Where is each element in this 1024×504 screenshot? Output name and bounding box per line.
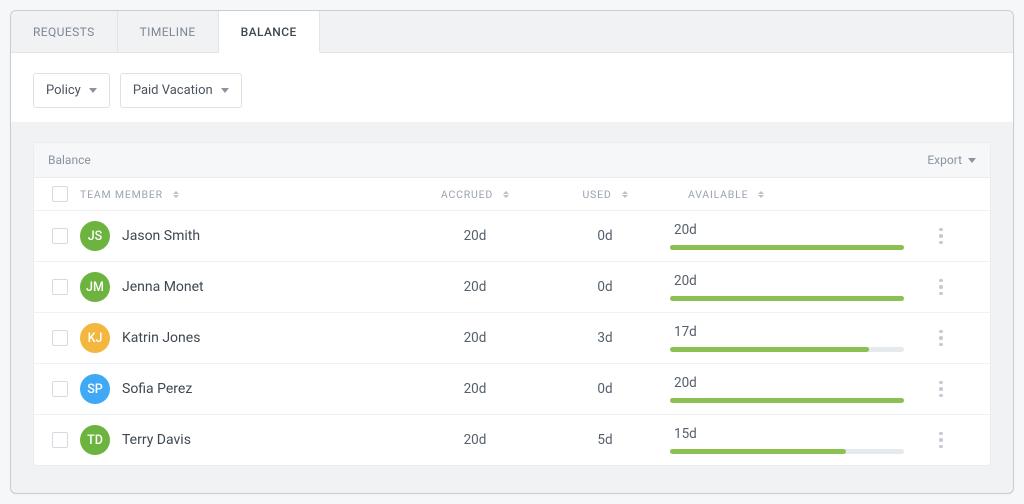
member-name: Jenna Monet: [122, 279, 204, 295]
available-bar: [670, 296, 904, 301]
tab-requests[interactable]: REQUESTS: [11, 11, 118, 52]
sort-icon: [173, 191, 179, 198]
avatar: JM: [80, 272, 110, 302]
vacation-type-dropdown[interactable]: Paid Vacation: [120, 73, 242, 108]
used-value: 0d: [540, 279, 670, 295]
table-title-bar: Balance Export: [34, 143, 990, 178]
tab-bar: REQUESTSTIMELINEBALANCE: [11, 11, 1013, 53]
col-accrued[interactable]: ACCRUED: [410, 188, 540, 201]
member-cell: JS Jason Smith: [80, 221, 410, 251]
table-body: JSJason Smith20d0d20dJMJenna Monet20d0d2…: [34, 211, 990, 465]
row-checkbox[interactable]: [52, 330, 68, 346]
export-button[interactable]: Export: [927, 153, 976, 167]
filter-bar: Policy Paid Vacation: [11, 53, 1013, 122]
policy-label: Policy: [46, 83, 81, 98]
policy-dropdown[interactable]: Policy: [33, 73, 110, 108]
avatar: SP: [80, 374, 110, 404]
row-checkbox[interactable]: [52, 228, 68, 244]
available-cell: 20d: [670, 273, 920, 301]
used-value: 3d: [540, 330, 670, 346]
row-checkbox[interactable]: [52, 432, 68, 448]
table-row: JM Jenna Monet 20d0d20d: [34, 262, 990, 313]
member-name: Terry Davis: [122, 432, 191, 448]
balance-panel: REQUESTSTIMELINEBALANCE Policy Paid Vaca…: [10, 10, 1014, 494]
used-value: 0d: [540, 228, 670, 244]
available-value: 17d: [670, 324, 904, 340]
table-row: TD Terry Davis 20d5d15d: [34, 415, 990, 465]
available-bar: [670, 449, 904, 454]
accrued-value: 20d: [410, 432, 540, 448]
row-checkbox[interactable]: [52, 279, 68, 295]
col-team-member[interactable]: TEAM MEMBER: [80, 188, 410, 201]
sort-icon: [758, 191, 764, 198]
row-actions-button[interactable]: [931, 326, 951, 350]
available-value: 20d: [670, 273, 904, 289]
table-row: JS Jason Smith 20d0d20d: [34, 211, 990, 262]
table-header: TEAM MEMBER ACCRUED USED AVAILABLE: [34, 178, 990, 211]
available-bar: [670, 347, 904, 352]
accrued-value: 20d: [410, 279, 540, 295]
available-value: 20d: [670, 375, 904, 391]
accrued-value: 20d: [410, 381, 540, 397]
avatar: JS: [80, 221, 110, 251]
member-name: Katrin Jones: [122, 330, 200, 346]
available-value: 15d: [670, 426, 904, 442]
caret-down-icon: [968, 158, 976, 163]
member-cell: KJ Katrin Jones: [80, 323, 410, 353]
used-value: 0d: [540, 381, 670, 397]
available-value: 20d: [670, 222, 904, 238]
balance-table: Balance Export TEAM MEMBER ACCRUED USED: [33, 142, 991, 466]
sort-icon: [503, 191, 509, 198]
accrued-value: 20d: [410, 330, 540, 346]
col-available[interactable]: AVAILABLE: [670, 188, 920, 201]
tab-timeline[interactable]: TIMELINE: [118, 11, 219, 52]
member-name: Jason Smith: [122, 228, 200, 244]
row-actions-button[interactable]: [931, 224, 951, 248]
available-cell: 20d: [670, 222, 920, 250]
member-cell: JM Jenna Monet: [80, 272, 410, 302]
row-actions-button[interactable]: [931, 428, 951, 452]
tab-balance[interactable]: BALANCE: [219, 11, 320, 53]
sort-icon: [622, 191, 628, 198]
vacation-type-label: Paid Vacation: [133, 83, 213, 98]
avatar: TD: [80, 425, 110, 455]
available-cell: 17d: [670, 324, 920, 352]
col-used[interactable]: USED: [540, 188, 670, 201]
accrued-value: 20d: [410, 228, 540, 244]
available-cell: 15d: [670, 426, 920, 454]
row-actions-button[interactable]: [931, 377, 951, 401]
avatar: KJ: [80, 323, 110, 353]
available-bar: [670, 398, 904, 403]
member-cell: TD Terry Davis: [80, 425, 410, 455]
table-row: KJ Katrin Jones 20d3d17d: [34, 313, 990, 364]
member-name: Sofia Perez: [122, 381, 192, 397]
table-row: SP Sofia Perez 20d0d20d: [34, 364, 990, 415]
available-cell: 20d: [670, 375, 920, 403]
member-cell: SP Sofia Perez: [80, 374, 410, 404]
select-all-checkbox[interactable]: [52, 186, 68, 202]
available-bar: [670, 245, 904, 250]
table-title: Balance: [48, 153, 91, 167]
used-value: 5d: [540, 432, 670, 448]
caret-down-icon: [89, 88, 97, 93]
row-checkbox[interactable]: [52, 381, 68, 397]
caret-down-icon: [221, 88, 229, 93]
row-actions-button[interactable]: [931, 275, 951, 299]
